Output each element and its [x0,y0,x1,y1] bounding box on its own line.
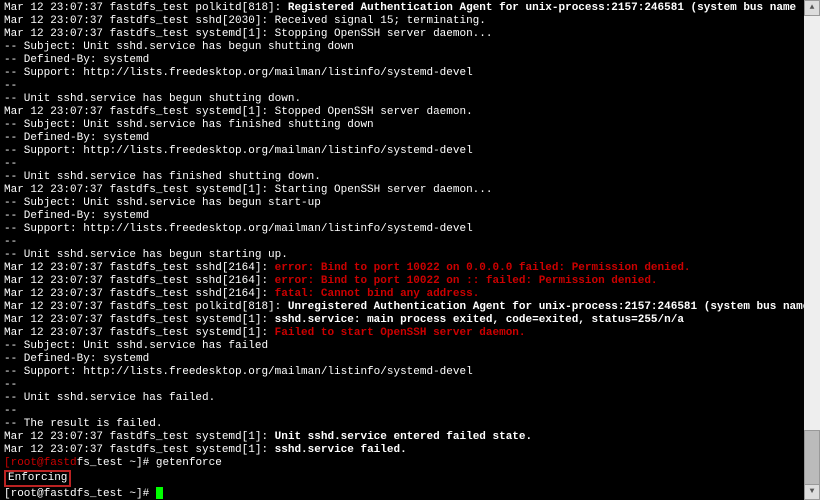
log-line: -- Unit sshd.service has begun shutting … [4,93,816,106]
log-line: -- [4,236,816,249]
log-line: -- [4,379,816,392]
log-line: Mar 12 23:07:37 fastdfs_test systemd[1]:… [4,106,816,119]
log-line: -- [4,405,816,418]
log-line: -- Defined-By: systemd [4,353,816,366]
scroll-down-icon[interactable]: ▼ [804,484,820,500]
log-line: Mar 12 23:07:37 fastdfs_test systemd[1]:… [4,314,816,327]
log-line: Mar 12 23:07:37 fastdfs_test polkitd[818… [4,301,816,314]
getenforce-output: Enforcing [4,470,816,487]
log-line: Mar 12 23:07:37 fastdfs_test systemd[1]:… [4,327,816,340]
log-line: -- Subject: Unit sshd.service has begun … [4,197,816,210]
log-line: -- Support: http://lists.freedesktop.org… [4,145,816,158]
log-line: -- Unit sshd.service has begun starting … [4,249,816,262]
log-line: -- Unit sshd.service has failed. [4,392,816,405]
log-line: Mar 12 23:07:37 fastdfs_test systemd[1]:… [4,431,816,444]
log-line: Mar 12 23:07:37 fastdfs_test sshd[2164]:… [4,262,816,275]
vertical-scrollbar[interactable]: ▲ ▼ [804,0,820,500]
shell-prompt: [root@fastdfs_test ~]# getenforce [4,457,816,470]
selinux-mode-highlight: Enforcing [4,470,71,487]
shell-prompt[interactable]: [root@fastdfs_test ~]# [4,487,816,500]
cursor-icon [156,487,163,499]
log-line: -- [4,158,816,171]
terminal-output[interactable]: Mar 12 23:07:37 fastdfs_test polkitd[818… [0,0,820,500]
log-line: -- Defined-By: systemd [4,132,816,145]
log-line: -- The result is failed. [4,418,816,431]
log-line: Mar 12 23:07:37 fastdfs_test sshd[2164]:… [4,275,816,288]
log-line: -- Support: http://lists.freedesktop.org… [4,366,816,379]
log-line: -- Subject: Unit sshd.service has begun … [4,41,816,54]
log-line: Mar 12 23:07:37 fastdfs_test systemd[1]:… [4,28,816,41]
log-line: -- Defined-By: systemd [4,54,816,67]
scroll-up-icon[interactable]: ▲ [804,0,820,16]
log-line: -- Support: http://lists.freedesktop.org… [4,223,816,236]
log-line: -- Subject: Unit sshd.service has failed [4,340,816,353]
log-line: -- Unit sshd.service has finished shutti… [4,171,816,184]
log-line: Mar 12 23:07:37 fastdfs_test sshd[2164]:… [4,288,816,301]
log-line: -- Support: http://lists.freedesktop.org… [4,67,816,80]
log-line: -- Defined-By: systemd [4,210,816,223]
log-line: -- Subject: Unit sshd.service has finish… [4,119,816,132]
log-line: Mar 12 23:07:37 fastdfs_test sshd[2030]:… [4,15,816,28]
log-line: Mar 12 23:07:37 fastdfs_test systemd[1]:… [4,444,816,457]
log-line: Mar 12 23:07:37 fastdfs_test polkitd[818… [4,2,816,15]
log-line: Mar 12 23:07:37 fastdfs_test systemd[1]:… [4,184,816,197]
log-line: -- [4,80,816,93]
